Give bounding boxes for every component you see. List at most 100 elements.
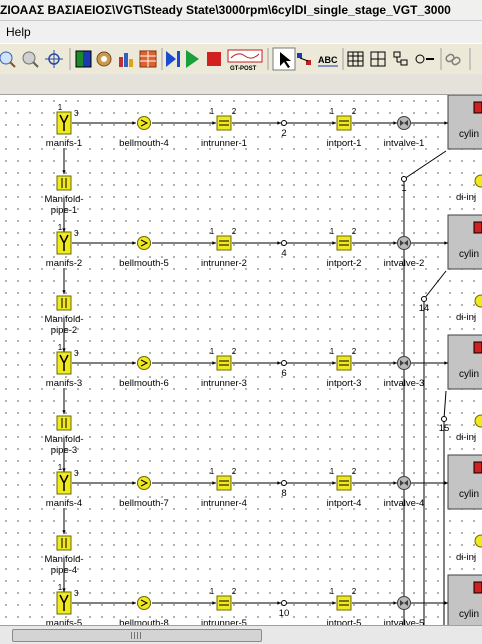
zoom-in-icon[interactable] bbox=[0, 51, 16, 68]
intake-valve[interactable]: intvalve-1 bbox=[384, 116, 425, 150]
bellmouth[interactable]: bellmouth-6 bbox=[119, 356, 169, 390]
toolbar: GT-POST ABC bbox=[0, 43, 482, 75]
manifold-pipe[interactable]: Manifold-pipe-1 bbox=[44, 175, 84, 216]
port-number: 1 bbox=[330, 587, 335, 596]
bellmouth-label: bellmouth-6 bbox=[119, 378, 169, 389]
injector[interactable]: di-inj bbox=[456, 414, 482, 443]
manifold-label: manifs-1 bbox=[46, 138, 82, 149]
cylinder[interactable]: cylin bbox=[447, 214, 482, 270]
port-number: 1 bbox=[58, 223, 63, 232]
connect-icon[interactable] bbox=[297, 53, 311, 65]
port-number: 1 bbox=[330, 227, 335, 236]
port-number: 1 bbox=[330, 467, 335, 476]
flow-node[interactable]: 6 bbox=[281, 360, 287, 380]
manifold-label: manifs-2 bbox=[46, 258, 82, 269]
table-icon[interactable] bbox=[139, 50, 157, 68]
intake-port[interactable]: 1 2 intport-4 bbox=[327, 467, 362, 509]
flow-node[interactable]: 2 bbox=[281, 120, 287, 140]
port-number: 1 bbox=[330, 107, 335, 116]
fit-view-icon[interactable] bbox=[45, 50, 63, 68]
port-number: 2 bbox=[232, 227, 237, 236]
model-row: 1 3 manifs-2 bellmouth-5 1 2 intrunner-2 4 1 2 int… bbox=[46, 214, 482, 270]
port-number: 3 bbox=[74, 349, 79, 358]
manifold-splitter[interactable]: 1 3 manifs-1 bbox=[46, 103, 82, 149]
flow-node[interactable]: 8 bbox=[281, 480, 287, 500]
injector[interactable]: di-inj bbox=[456, 534, 482, 563]
injector-label: di-inj bbox=[456, 312, 476, 323]
port-number: 3 bbox=[74, 109, 79, 118]
svg-text:GT-POST: GT-POST bbox=[230, 66, 257, 72]
intake-port[interactable]: 1 2 intport-3 bbox=[327, 347, 362, 389]
palette-icon[interactable] bbox=[75, 50, 92, 68]
model-row: 1 3 manifs-4 bellmouth-7 1 2 intrunner-4 8 1 2 int… bbox=[46, 454, 482, 510]
horizontal-scrollbar[interactable] bbox=[0, 625, 482, 644]
runner-label: intrunner-4 bbox=[201, 498, 247, 509]
model-canvas[interactable]: 1 14 15 1 3 manifs-1 bellmouth-4 1 2 intrunner-1 2… bbox=[0, 95, 482, 625]
port-label: intport-2 bbox=[327, 258, 362, 269]
menu-help[interactable]: Help bbox=[0, 25, 37, 39]
junction-label: 1 bbox=[401, 183, 406, 194]
port-number: 1 bbox=[210, 467, 215, 476]
runner-label: intrunner-3 bbox=[201, 378, 247, 389]
manifold-pipe[interactable]: Manifold-pipe-4 bbox=[44, 535, 84, 576]
bellmouth[interactable]: bellmouth-5 bbox=[119, 236, 169, 270]
cylinder[interactable]: cylin bbox=[447, 334, 482, 390]
cylinder-label: cylin bbox=[459, 609, 479, 620]
bellmouth[interactable]: bellmouth-7 bbox=[119, 476, 169, 510]
injector[interactable]: di-inj bbox=[456, 294, 482, 323]
tree-icon[interactable] bbox=[393, 51, 408, 66]
junction-node[interactable]: 1 bbox=[401, 176, 407, 195]
gt-post-icon[interactable]: GT-POST bbox=[227, 49, 263, 72]
flow-node[interactable]: 4 bbox=[281, 240, 287, 260]
run-icon[interactable] bbox=[186, 50, 199, 68]
bellmouth-label: bellmouth-7 bbox=[119, 498, 169, 509]
step-icon[interactable] bbox=[166, 51, 180, 67]
intake-runner[interactable]: 1 2 intrunner-3 bbox=[201, 347, 247, 389]
cylinder[interactable]: cylin bbox=[447, 574, 482, 625]
bellmouth[interactable]: bellmouth-8 bbox=[119, 596, 169, 626]
manifold-pipe[interactable]: Manifold-pipe-3 bbox=[44, 415, 84, 456]
port-label: intport-3 bbox=[327, 378, 362, 389]
bellmouth[interactable]: bellmouth-4 bbox=[119, 116, 169, 150]
zoom-out-icon[interactable] bbox=[22, 51, 39, 68]
cylinder-label: cylin bbox=[459, 489, 479, 500]
valve-label: intvalve-3 bbox=[384, 378, 425, 389]
intake-port[interactable]: 1 2 intport-2 bbox=[327, 227, 362, 269]
select-pointer-icon[interactable] bbox=[272, 47, 296, 71]
node-label: 10 bbox=[279, 608, 290, 619]
manifold-pipe[interactable]: Manifold-pipe-2 bbox=[44, 295, 84, 336]
intake-runner[interactable]: 1 2 intrunner-4 bbox=[201, 467, 247, 509]
port-number: 2 bbox=[232, 467, 237, 476]
intake-port[interactable]: 1 2 intport-1 bbox=[327, 107, 362, 149]
cylinder[interactable]: cylin bbox=[447, 95, 482, 150]
intake-runner[interactable]: 1 2 intrunner-1 bbox=[201, 107, 247, 149]
valve-label: intvalve-5 bbox=[384, 618, 425, 625]
port-number: 1 bbox=[210, 107, 215, 116]
text-annotation-icon[interactable]: ABC bbox=[318, 55, 338, 67]
port-number: 2 bbox=[352, 587, 357, 596]
stop-icon[interactable] bbox=[207, 52, 221, 66]
list-icon[interactable] bbox=[415, 54, 434, 64]
junction-node[interactable]: 15 bbox=[439, 416, 450, 435]
junction-node[interactable]: 14 bbox=[419, 296, 430, 315]
settings-icon[interactable] bbox=[96, 51, 112, 67]
injector[interactable]: di-inj bbox=[456, 174, 482, 203]
intake-runner[interactable]: 1 2 intrunner-2 bbox=[201, 227, 247, 269]
intake-port[interactable]: 1 2 intport-5 bbox=[327, 587, 362, 625]
runner-label: intrunner-5 bbox=[201, 618, 247, 625]
node-label: 8 bbox=[281, 488, 286, 499]
port-label: intport-5 bbox=[327, 618, 362, 625]
cylinder-label: cylin bbox=[459, 249, 479, 260]
model-row: 1 3 manifs-3 bellmouth-6 1 2 intrunner-3 6 1 2 int… bbox=[46, 334, 482, 390]
cylinder[interactable]: cylin bbox=[447, 454, 482, 510]
layout-icon[interactable] bbox=[370, 51, 386, 67]
grid-icon[interactable] bbox=[347, 51, 364, 67]
link-icon[interactable] bbox=[445, 53, 461, 66]
manifold-pipe-label: pipe-4 bbox=[51, 565, 77, 576]
cylinder-label: cylin bbox=[459, 369, 479, 380]
port-number: 1 bbox=[58, 103, 63, 112]
intake-runner[interactable]: 1 2 intrunner-5 bbox=[201, 587, 247, 625]
valve-label: intvalve-2 bbox=[384, 258, 425, 269]
chart-icon[interactable] bbox=[119, 53, 133, 67]
scrollbar-thumb[interactable] bbox=[12, 629, 262, 642]
